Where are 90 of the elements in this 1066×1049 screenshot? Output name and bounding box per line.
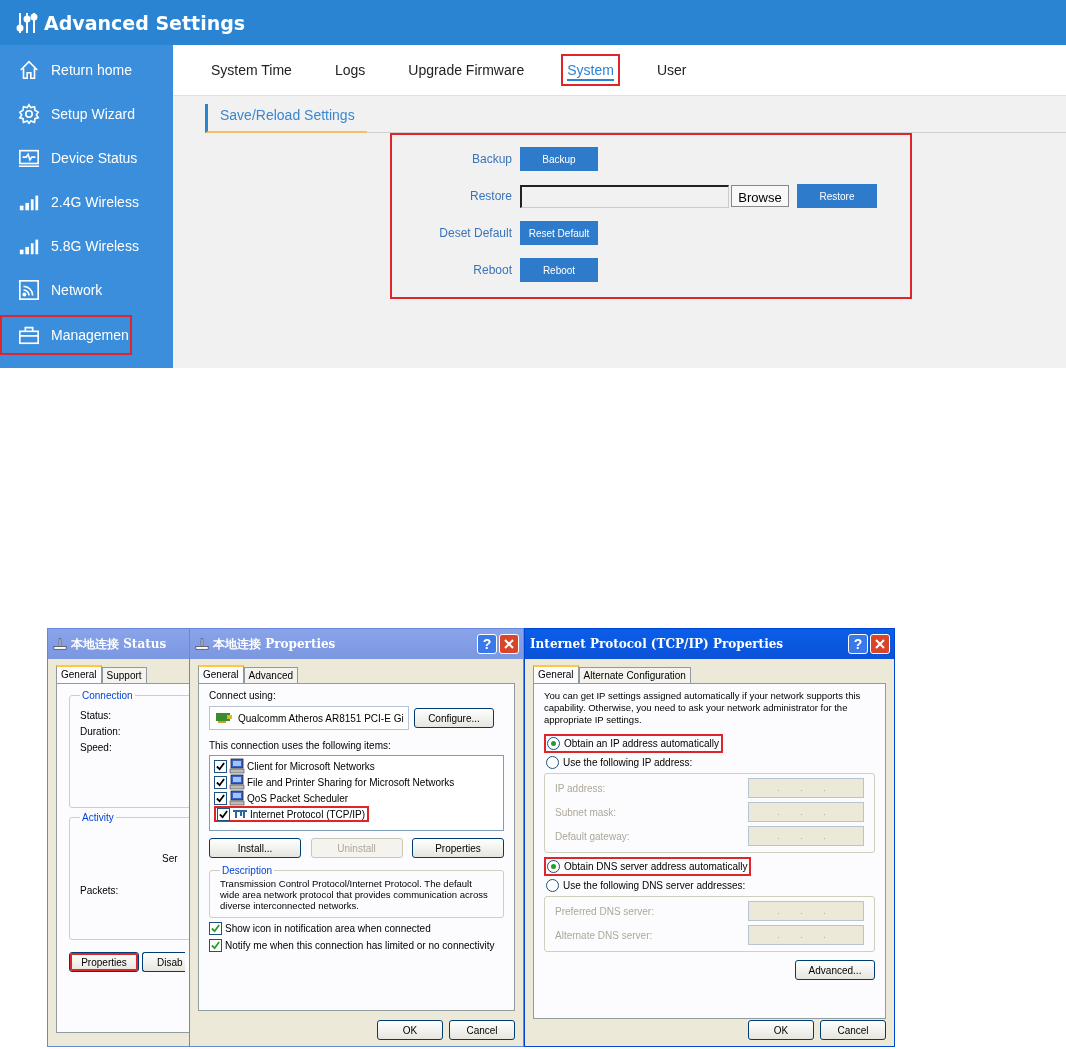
- radio-button[interactable]: [547, 737, 560, 750]
- field-label: Restore: [468, 189, 513, 203]
- dialog-button[interactable]: Cancel: [449, 1020, 515, 1040]
- advanced-button[interactable]: Advanced...: [795, 960, 875, 980]
- radio-option[interactable]: Obtain DNS server address automatically: [544, 857, 752, 876]
- group-title: Activity: [81, 812, 115, 823]
- list-item[interactable]: File and Printer Sharing for Microsoft Networks: [214, 774, 455, 790]
- action-button[interactable]: Reset Default: [520, 221, 598, 245]
- checkbox[interactable]: [217, 807, 230, 821]
- field-label: IP address:: [555, 782, 606, 794]
- column-heading: Ser: [162, 853, 178, 864]
- sliders-icon: [16, 11, 38, 34]
- group-title: Connection: [81, 690, 134, 701]
- section-title: Save/Reload Settings: [205, 104, 367, 133]
- status-label: Status:: [80, 710, 113, 721]
- radio-button[interactable]: [547, 860, 560, 873]
- computer-icon: [229, 774, 245, 790]
- field-label: Preferred DNS server:: [555, 905, 654, 917]
- checkbox[interactable]: [209, 939, 222, 952]
- network-icon: [195, 637, 209, 651]
- checkbox[interactable]: [214, 791, 227, 805]
- tab[interactable]: General: [56, 665, 102, 683]
- intro-text: You can get IP settings assigned automatically if your network supports this capability. Otherwise, you need to ask your network administrator for the appropriate IP settings.: [544, 690, 862, 726]
- window-title: 本地连接 Properties: [213, 635, 336, 653]
- tab[interactable]: Support: [101, 667, 147, 683]
- feed-icon: [18, 279, 40, 301]
- network-card-icon: [216, 712, 232, 724]
- help-button[interactable]: ?: [848, 634, 868, 654]
- dialog-button[interactable]: Install...: [209, 838, 301, 858]
- field-label: Alternate DNS server:: [555, 929, 653, 941]
- file-path-field[interactable]: [520, 184, 729, 208]
- close-icon: [875, 639, 885, 649]
- list-item[interactable]: QoS Packet Scheduler: [214, 790, 349, 806]
- radio-option[interactable]: Obtain an IP address automatically: [544, 734, 723, 753]
- dialog-button[interactable]: Cancel: [820, 1020, 886, 1040]
- dialog-button[interactable]: Disab: [142, 952, 185, 972]
- window-title: 本地连接 Status: [71, 635, 167, 653]
- tab[interactable]: Upgrade Firmware: [402, 54, 531, 86]
- computer-icon: [229, 758, 245, 774]
- page-title: Advanced Settings: [44, 11, 246, 34]
- tab[interactable]: General: [533, 665, 579, 683]
- tab[interactable]: Alternate Configuration: [578, 667, 691, 683]
- radio-button[interactable]: [546, 756, 559, 769]
- network-icon: [53, 637, 67, 651]
- group-title: Description: [221, 865, 274, 876]
- dialog-button[interactable]: Properties: [69, 952, 139, 972]
- close-icon: [504, 639, 514, 649]
- field-label: Subnet mask:: [555, 806, 617, 818]
- computer-icon: [229, 790, 245, 806]
- checkbox-label: Show icon in notification area when connected: [225, 923, 431, 934]
- field-label: Default gateway:: [555, 830, 630, 842]
- monitor-icon: [18, 147, 40, 169]
- field-label: Deset Default: [438, 226, 513, 240]
- dialog-button[interactable]: OK: [377, 1020, 443, 1040]
- tab[interactable]: Advanced: [243, 667, 299, 683]
- browse-button[interactable]: Browse: [731, 185, 789, 207]
- tab[interactable]: General: [198, 665, 244, 683]
- window-title: Internet Protocol (TCP/IP) Properties: [530, 637, 784, 651]
- field-label: Reboot: [472, 263, 513, 277]
- radio-option[interactable]: Use the following DNS server addresses:: [544, 876, 748, 895]
- checkbox-label: Notify me when this connection has limited or no connectivity: [225, 940, 495, 951]
- field-label: Backup: [470, 152, 513, 166]
- tab[interactable]: Logs: [328, 54, 372, 86]
- radio-option[interactable]: Use the following IP address:: [544, 753, 695, 772]
- settings-icon: [18, 103, 40, 125]
- briefcase-icon: [18, 324, 40, 346]
- status-label: Packets:: [80, 885, 120, 896]
- checkbox[interactable]: [214, 759, 227, 773]
- home-icon: [18, 59, 40, 81]
- status-label: Speed:: [80, 742, 113, 753]
- tab[interactable]: User: [650, 54, 693, 86]
- action-button[interactable]: Reboot: [520, 258, 598, 282]
- list-item[interactable]: Client for Microsoft Networks: [214, 758, 375, 774]
- adapter-field: Qualcomm Atheros AR8151 PCI-E Gi: [209, 706, 409, 730]
- checkbox[interactable]: [209, 922, 222, 935]
- field-label: Connect using:: [209, 690, 277, 701]
- dialog-button[interactable]: Properties: [412, 838, 504, 858]
- tab[interactable]: System Time: [205, 54, 298, 86]
- checkbox[interactable]: [214, 775, 227, 789]
- description-text: Transmission Control Protocol/Internet Protocol. The default wide area network protocol that provides communication across diverse interconnected networks.: [220, 878, 489, 911]
- list-label: This connection uses the following items:: [209, 740, 392, 751]
- list-item[interactable]: Internet Protocol (TCP/IP): [214, 806, 370, 822]
- tab[interactable]: System: [561, 54, 620, 86]
- action-button[interactable]: Restore: [797, 184, 877, 208]
- close-button[interactable]: [870, 634, 890, 654]
- radio-button[interactable]: [546, 879, 559, 892]
- dialog-button[interactable]: OK: [748, 1020, 814, 1040]
- configure-button[interactable]: Configure...: [414, 708, 494, 728]
- status-label: Duration:: [80, 726, 122, 737]
- action-button[interactable]: Backup: [520, 147, 598, 171]
